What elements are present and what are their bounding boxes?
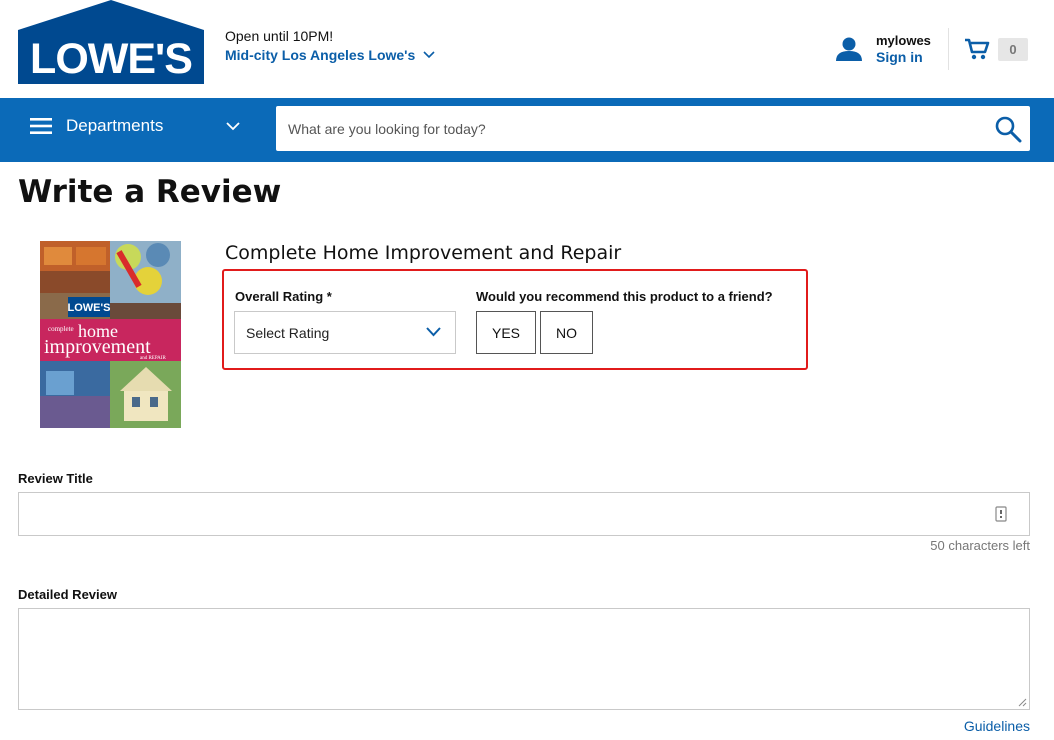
lowes-logo[interactable]: LOWE'S (18, 0, 204, 84)
departments-menu[interactable]: Departments (30, 116, 240, 136)
product-image[interactable]: LOWE'S complete home improvement and REP… (40, 241, 181, 428)
rating-select[interactable]: Select Rating (234, 311, 456, 354)
sign-in-link[interactable]: Sign in (876, 49, 931, 65)
detailed-review-field (18, 608, 1030, 710)
store-info[interactable]: Open until 10PM! Mid-city Los Angeles Lo… (225, 28, 435, 63)
cart-button[interactable]: 0 (964, 37, 1028, 61)
chevron-down-icon (226, 121, 240, 130)
guidelines-link[interactable]: Guidelines (964, 718, 1030, 734)
search-input[interactable] (276, 106, 976, 151)
departments-label: Departments (66, 116, 164, 135)
site-header: LOWE'S Open until 10PM! Mid-city Los Ang… (0, 0, 1054, 98)
detailed-review-label: Detailed Review (18, 587, 117, 602)
search-icon[interactable] (994, 115, 1022, 143)
review-title-field (18, 492, 1030, 536)
logo-text: LOWE'S (30, 35, 192, 83)
cart-icon (965, 38, 990, 60)
user-icon (836, 37, 862, 61)
cart-count-badge: 0 (998, 37, 1028, 61)
recommend-no-button[interactable]: NO (540, 311, 593, 354)
chevron-down-icon (423, 51, 435, 59)
resize-handle-icon[interactable] (1017, 697, 1027, 707)
product-name: Complete Home Improvement and Repair (225, 242, 622, 264)
recommend-yes-button[interactable]: YES (476, 311, 536, 354)
page-title: Write a Review (18, 174, 282, 210)
review-title-label: Review Title (18, 471, 93, 486)
hamburger-menu-icon (30, 118, 52, 134)
keyboard-icon (995, 506, 1007, 522)
recommend-label: Would you recommend this product to a fr… (476, 289, 773, 304)
product-cover-brand: LOWE'S (68, 302, 111, 314)
characters-left: 50 characters left (930, 538, 1030, 553)
rating-select-value: Select Rating (246, 324, 330, 341)
store-selector[interactable]: Mid-city Los Angeles Lowe's (225, 47, 435, 63)
review-title-input[interactable] (19, 493, 979, 535)
account-link[interactable]: mylowes Sign in (836, 33, 931, 65)
product-cover-line3: improvement (44, 336, 151, 358)
detailed-review-textarea[interactable] (19, 609, 1029, 709)
overall-rating-label: Overall Rating * (235, 289, 332, 304)
store-name: Mid-city Los Angeles Lowe's (225, 47, 416, 63)
store-hours: Open until 10PM! (225, 28, 334, 44)
chevron-down-icon (426, 327, 441, 337)
account-label: mylowes (876, 33, 931, 48)
product-cover-line1: complete (48, 325, 74, 333)
search-bar (276, 106, 1030, 151)
nav-bar: Departments (0, 98, 1054, 162)
product-cover-line4: and REPAIR (140, 356, 166, 361)
header-divider (948, 28, 949, 70)
